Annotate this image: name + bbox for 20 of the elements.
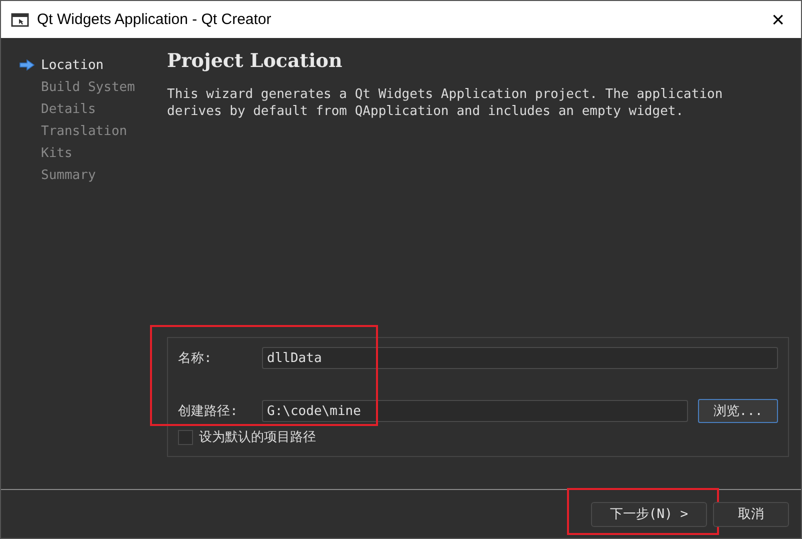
app-icon	[11, 12, 29, 28]
dialog-button[interactable]: 下一步(N) >	[591, 502, 707, 526]
wizard-step: Translation	[41, 124, 128, 138]
name-field[interactable]: dllData	[262, 347, 778, 369]
wizard-step: Summary	[41, 168, 96, 182]
dialog-button[interactable]: 取消	[713, 502, 789, 526]
checkbox-label: 设为默认的项目路径	[199, 429, 316, 446]
wizard-step: Build System	[41, 80, 135, 94]
path-label: 创建路径:	[178, 403, 239, 420]
wizard-step: Details	[41, 102, 96, 116]
checkbox[interactable]	[178, 430, 193, 444]
window-title: Qt Widgets Application - Qt Creator	[37, 11, 272, 28]
path-field[interactable]: G:\code\mine	[262, 400, 688, 422]
wizard-step: Kits	[41, 146, 72, 160]
name-label: 名称:	[178, 350, 213, 367]
description-text: This wizard generates a Qt Widgets Application project. The application derives by default from QApplication and includes an empty widget.	[167, 86, 724, 120]
wizard-step: Location	[41, 58, 104, 72]
close-button[interactable]: ×	[755, 1, 801, 38]
page-title: Project Location	[167, 50, 344, 72]
browse-button[interactable]: 浏览...	[698, 399, 778, 423]
